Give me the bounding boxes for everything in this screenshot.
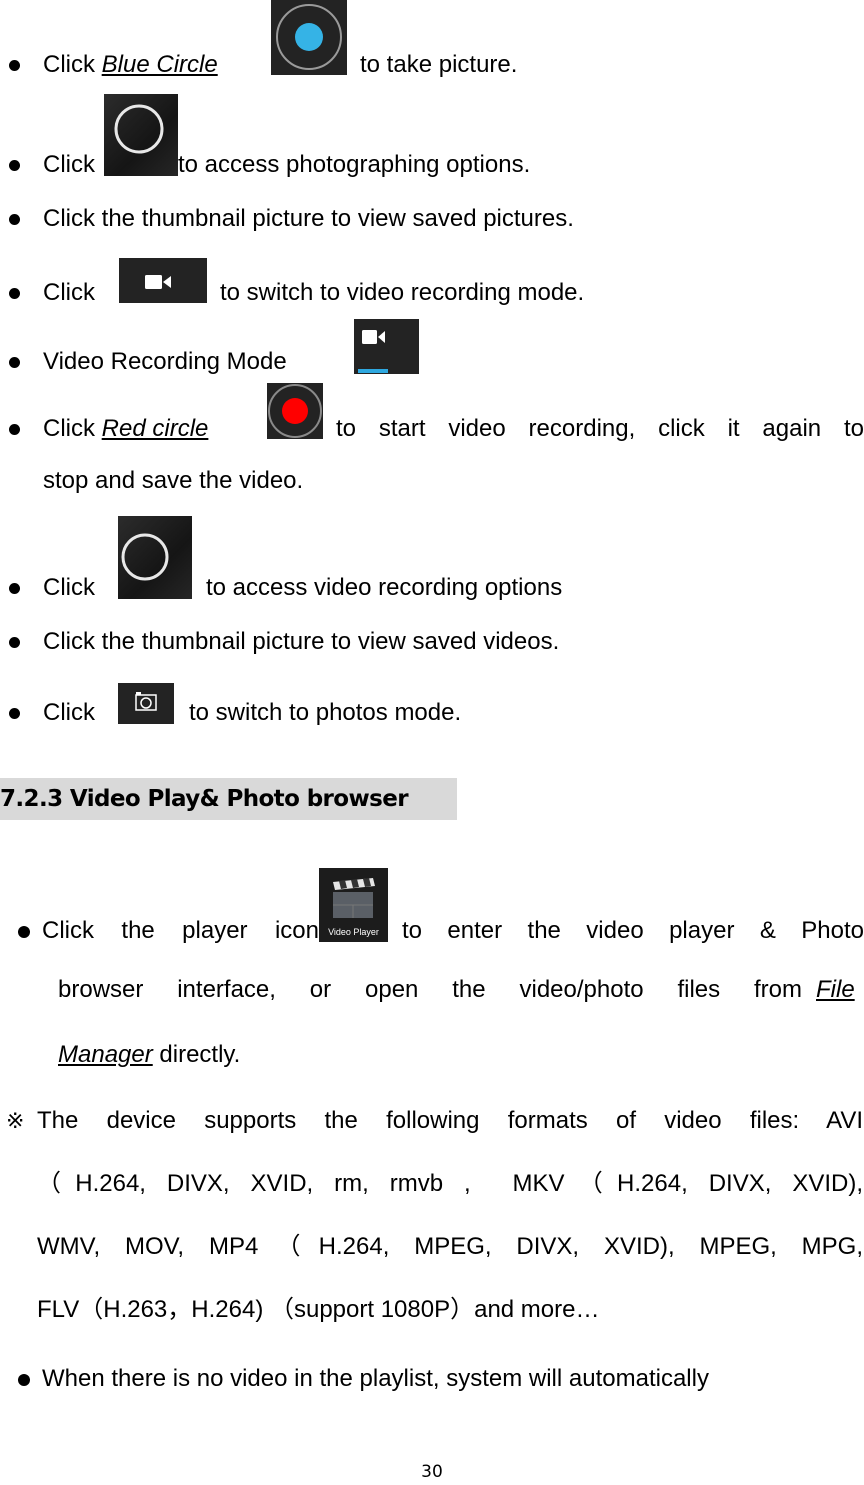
- camcorder-graphic: [145, 275, 171, 289]
- text: to switch to video recording mode.: [220, 279, 585, 306]
- ring-graphic: [114, 104, 164, 154]
- bullet: [9, 583, 20, 594]
- text: to access photographing options.: [178, 151, 531, 178]
- text: Click: [43, 415, 102, 442]
- options-ring-icon[interactable]: [118, 516, 192, 599]
- text: stop and save the video.: [43, 467, 304, 494]
- camera-graphic: [135, 692, 157, 711]
- bullet: [9, 357, 20, 368]
- link-text: Manager: [58, 1041, 153, 1068]
- record-red-circle-icon[interactable]: [267, 383, 323, 439]
- note-line: （H.264, DIVX, XVID, rm, rmvb , MKV（H.264…: [37, 1170, 863, 1197]
- text: Click: [43, 279, 95, 306]
- bullet: [9, 424, 20, 435]
- label-video-recording-mode: Video Recording Mode: [43, 348, 287, 375]
- bullet: [9, 288, 20, 299]
- bullet: [9, 60, 20, 71]
- text: to access video recording options: [206, 574, 563, 601]
- text: Click: [43, 699, 95, 726]
- photo-camera-icon[interactable]: [118, 683, 174, 724]
- text: directly.: [152, 1041, 241, 1068]
- shutter-icon-graphic: [276, 4, 342, 70]
- clapperboard-graphic: Video Player: [328, 878, 379, 937]
- text: Manager directly.: [58, 1041, 240, 1069]
- text: Click: [43, 574, 95, 601]
- text: Click Red circle: [43, 415, 208, 443]
- video-player-app-icon[interactable]: Video Player: [319, 868, 388, 942]
- text: Click the player icon: [42, 917, 319, 944]
- file-manager-link: File: [816, 976, 855, 1004]
- instruction-view-pictures: Click the thumbnail picture to view save…: [43, 205, 574, 232]
- bullet: [18, 926, 30, 938]
- red-circle-link: Red circle: [101, 415, 209, 442]
- text: to switch to photos mode.: [189, 699, 462, 726]
- video-mode-active-icon[interactable]: [354, 319, 419, 374]
- text: to enter the video player & Photo: [402, 917, 864, 944]
- note-line: WMV, MOV, MP4（H.264, MPEG, DIVX, XVID), …: [37, 1233, 863, 1260]
- page-number: 30: [421, 1462, 443, 1482]
- note-star-icon: ※: [6, 1108, 25, 1133]
- bullet: [9, 708, 20, 719]
- text: to start video recording, click it again…: [336, 415, 864, 442]
- section-heading: 7.2.3 Video Play& Photo browser: [0, 778, 457, 820]
- text: Click: [43, 51, 102, 78]
- icon-label: Video Player: [328, 927, 379, 937]
- text: Click: [43, 151, 95, 178]
- camcorder-active-graphic: [358, 330, 388, 373]
- blue-circle-link: Blue Circle: [101, 51, 218, 78]
- instruction-view-videos: Click the thumbnail picture to view save…: [43, 628, 560, 655]
- link-text: File: [816, 976, 855, 1003]
- instruction-take-picture: Click Blue Circle: [43, 51, 218, 79]
- text: to take picture.: [360, 51, 518, 78]
- ring-graphic: [121, 533, 169, 581]
- text: browser interface, or open the video/pho…: [58, 976, 802, 1003]
- record-graphic: [268, 384, 322, 438]
- bullet: [18, 1374, 30, 1386]
- video-camera-icon[interactable]: [119, 258, 207, 303]
- note-line: FLV（H.263，H.264) （support 1080P）and more…: [37, 1296, 600, 1323]
- bullet: [9, 160, 20, 171]
- bullet: [9, 214, 20, 225]
- note-line: The device supports the following format…: [37, 1107, 863, 1134]
- shutter-blue-circle-icon[interactable]: [271, 0, 347, 75]
- bullet: [9, 637, 20, 648]
- instruction-empty-playlist: When there is no video in the playlist, …: [42, 1365, 709, 1392]
- options-ring-icon[interactable]: [104, 94, 178, 176]
